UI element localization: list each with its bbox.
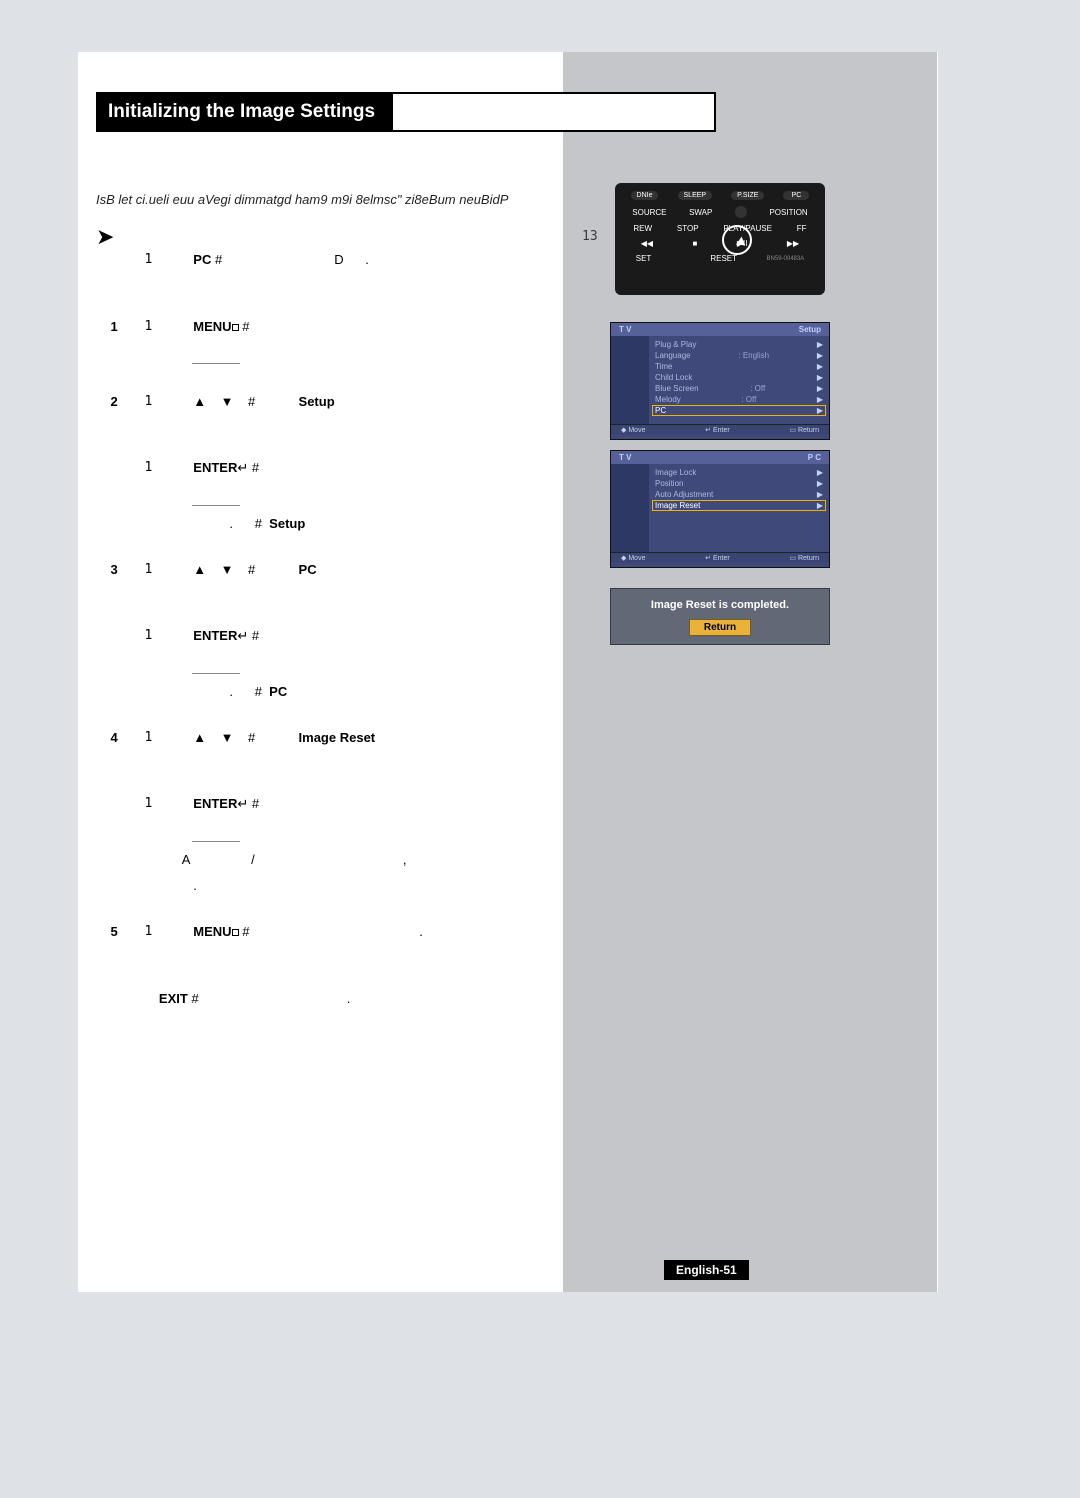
steps-block: 1 PC # D . 11 MENU # 21 ▲ ▼ # Setup 1 EN… xyxy=(96,230,566,1035)
remote-ff-icon: ▶▶ xyxy=(787,239,799,248)
remote-dnie-button: DNIe xyxy=(631,191,659,200)
page-title: Initializing the Image Settings xyxy=(98,94,393,130)
step-2: 2 xyxy=(110,392,144,412)
divider xyxy=(192,363,240,364)
page-number: English-51 xyxy=(664,1260,749,1280)
step-1: 1 xyxy=(110,317,144,337)
remote-ff-label: FF xyxy=(797,224,807,233)
remote-stop-icon: ■ xyxy=(693,239,698,248)
menu-icon xyxy=(232,324,239,331)
enter-icon: ↵ xyxy=(237,796,248,811)
osd-tv-label: T V xyxy=(619,453,631,462)
osd-menu-list: Plug & Play▶ Language: English▶ Time▶ Ch… xyxy=(649,336,829,424)
remote-rew-icon: ◀◀ xyxy=(641,239,653,248)
remote-swap-label: SWAP xyxy=(689,208,712,217)
remote-stop-label: STOP xyxy=(677,224,699,233)
remote-pc-button: PC xyxy=(783,191,809,200)
remote-model: BN59-00483A xyxy=(767,256,805,262)
osd-selected-pc: PC▶ xyxy=(652,405,826,416)
remote-control-image: DNIe SLEEP P.SIZE PC SOURCE SWAP POSITIO… xyxy=(615,183,825,295)
image-reset-popup: Image Reset is completed. Return xyxy=(610,588,830,645)
remote-reset-label: RESET xyxy=(710,254,737,263)
osd-title: P C xyxy=(808,453,821,462)
divider xyxy=(192,841,240,842)
remote-source-label: SOURCE xyxy=(632,208,666,217)
remote-sleep-button: SLEEP xyxy=(678,191,713,200)
intro-text: IsB let ci.ueli euu aVegi dimmatgd ham9 … xyxy=(96,192,508,207)
divider xyxy=(192,505,240,506)
enter-icon: ↵ xyxy=(237,460,248,475)
osd-pc-screenshot: T V P C Image Lock▶ Position▶ Auto Adjus… xyxy=(610,450,830,568)
osd-selected-image-reset: Image Reset▶ xyxy=(652,500,826,511)
remote-button xyxy=(735,206,747,218)
osd-menu-list: Image Lock▶ Position▶ Auto Adjustment▶ I… xyxy=(649,464,829,552)
remote-position-label: POSITION xyxy=(769,208,807,217)
osd-tv-label: T V xyxy=(619,325,631,334)
remote-step-number: 13 xyxy=(582,229,598,244)
osd-setup-screenshot: T V Setup Plug & Play▶ Language: English… xyxy=(610,322,830,440)
menu-icon xyxy=(232,929,239,936)
osd-title: Setup xyxy=(799,325,821,334)
remote-rew-label: REW xyxy=(633,224,652,233)
step-3: 3 xyxy=(110,560,144,580)
divider xyxy=(192,673,240,674)
popup-message: Image Reset is completed. xyxy=(619,599,821,611)
return-button: Return xyxy=(689,619,751,636)
remote-psize-button: P.SIZE xyxy=(731,191,764,200)
step-4: 4 xyxy=(110,728,144,748)
osd-left-panel xyxy=(611,464,649,552)
step-5: 5 xyxy=(110,922,144,942)
osd-left-panel xyxy=(611,336,649,424)
title-bar: Initializing the Image Settings xyxy=(96,92,716,132)
remote-set-label: SET xyxy=(636,254,652,263)
enter-icon: ↵ xyxy=(237,628,248,643)
